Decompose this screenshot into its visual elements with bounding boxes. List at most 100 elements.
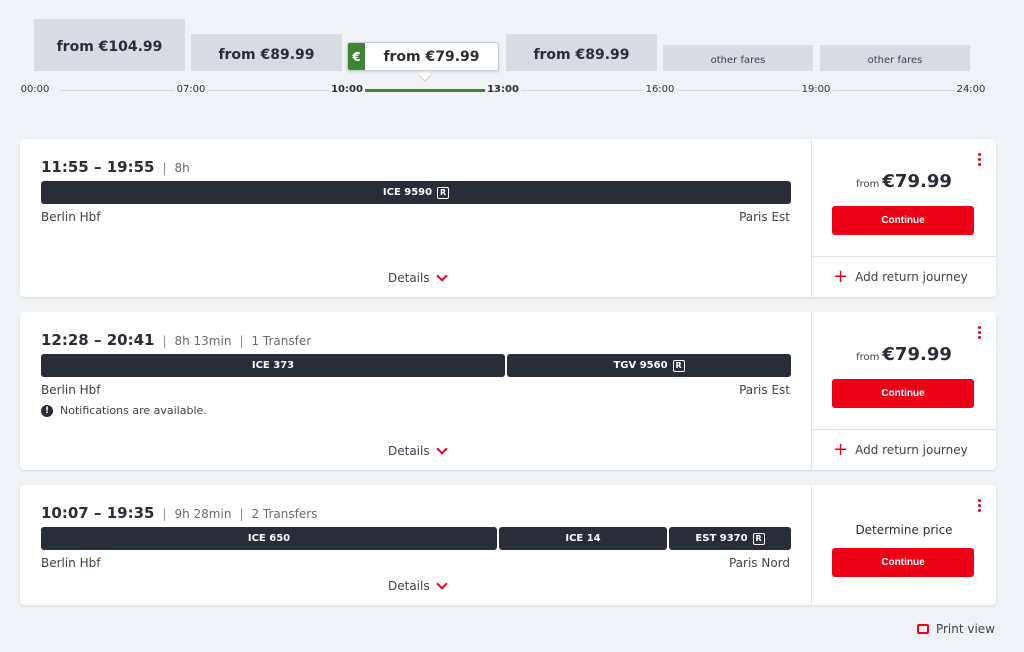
selected-fare-bar[interactable]: € from €79.99 bbox=[347, 42, 499, 71]
duration: 8h 13min bbox=[174, 334, 232, 348]
details-label: Details bbox=[388, 444, 430, 458]
train-segment[interactable]: ICE 14 bbox=[499, 527, 667, 550]
add-return-journey-button[interactable]: + Add return journey bbox=[812, 429, 996, 470]
notification-notice: ! Notifications are available. bbox=[41, 404, 207, 417]
fare-bar-label: other fares bbox=[867, 54, 923, 66]
axis-tick: 13:00 bbox=[485, 84, 521, 95]
add-return-label: Add return journey bbox=[855, 270, 968, 284]
connection-summary: 10:07 – 19:35 | 9h 28min | 2 Transfers bbox=[41, 504, 317, 522]
plus-icon: + bbox=[833, 266, 849, 287]
price: from €79.99 bbox=[812, 171, 996, 192]
axis-tick: 24:00 bbox=[954, 84, 988, 95]
price: from €79.99 bbox=[812, 344, 996, 365]
continue-button[interactable]: Continue bbox=[832, 379, 974, 408]
price-prefix: from bbox=[856, 179, 880, 190]
train-segments: ICE 9590 R bbox=[41, 181, 791, 204]
fare-bar-label: from €104.99 bbox=[56, 39, 163, 55]
destination-station: Paris Est bbox=[739, 383, 790, 397]
plus-icon: + bbox=[833, 439, 849, 460]
departure-arrival-times: 10:07 – 19:35 bbox=[41, 504, 155, 522]
separator: | bbox=[239, 507, 244, 521]
price-value: €79.99 bbox=[882, 171, 952, 192]
details-toggle[interactable]: Details bbox=[388, 578, 448, 593]
print-view-link[interactable]: Print view bbox=[916, 622, 995, 636]
euro-icon: € bbox=[348, 43, 365, 70]
connection-info: 10:07 – 19:35 | 9h 28min | 2 Transfers I… bbox=[20, 485, 812, 605]
train-segments: ICE 373 TGV 9560 R bbox=[41, 354, 791, 377]
connection-card: 10:07 – 19:35 | 9h 28min | 2 Transfers I… bbox=[20, 485, 996, 605]
train-segment[interactable]: ICE 373 bbox=[41, 354, 505, 377]
origin-station: Berlin Hbf bbox=[41, 210, 101, 224]
separator: | bbox=[162, 507, 167, 521]
fare-bar-label: from €89.99 bbox=[533, 46, 630, 63]
more-options-icon[interactable] bbox=[978, 326, 982, 339]
price-panel: Determine price Continue bbox=[812, 485, 996, 605]
origin-station: Berlin Hbf bbox=[41, 383, 101, 397]
train-name: TGV 9560 bbox=[613, 360, 668, 371]
train-segment[interactable]: ICE 9590 R bbox=[41, 181, 791, 204]
fare-bar[interactable]: from €89.99 bbox=[191, 34, 342, 71]
train-segment[interactable]: ICE 650 bbox=[41, 527, 497, 550]
axis-tick: 10:00 bbox=[329, 84, 365, 95]
selected-time-range bbox=[364, 89, 486, 92]
price-panel: from €79.99 Continue + Add return journey bbox=[812, 139, 996, 297]
fare-bar[interactable]: from €104.99 bbox=[34, 19, 185, 71]
connection-card: 12:28 – 20:41 | 8h 13min | 1 Transfer IC… bbox=[20, 312, 996, 470]
more-options-icon[interactable] bbox=[978, 499, 982, 512]
connection-summary: 11:55 – 19:55 | 8h bbox=[41, 158, 190, 176]
fare-bar[interactable]: other fares bbox=[663, 45, 813, 71]
fare-overview-chart: from €104.99 from €89.99 from €89.99 oth… bbox=[0, 0, 1024, 120]
separator: | bbox=[162, 161, 167, 175]
transfers: 2 Transfers bbox=[251, 507, 318, 521]
chevron-down-icon bbox=[435, 443, 448, 455]
train-name: ICE 373 bbox=[251, 360, 295, 371]
add-return-label: Add return journey bbox=[855, 443, 968, 457]
details-toggle[interactable]: Details bbox=[388, 270, 448, 285]
train-segment[interactable]: TGV 9560 R bbox=[507, 354, 791, 377]
train-segment[interactable]: EST 9370 R bbox=[669, 527, 791, 550]
destination-station: Paris Nord bbox=[728, 556, 790, 570]
reservation-icon: R bbox=[672, 359, 685, 372]
axis-tick: 19:00 bbox=[799, 84, 833, 95]
destination-station: Paris Est bbox=[739, 210, 790, 224]
fare-bar-label: from €89.99 bbox=[218, 46, 315, 63]
details-toggle[interactable]: Details bbox=[388, 443, 448, 458]
connection-card: 11:55 – 19:55 | 8h ICE 9590 R Berlin Hbf… bbox=[20, 139, 996, 297]
fare-bar[interactable]: from €89.99 bbox=[506, 34, 657, 71]
reservation-icon: R bbox=[752, 532, 765, 545]
connection-info: 11:55 – 19:55 | 8h ICE 9590 R Berlin Hbf… bbox=[20, 139, 812, 297]
printer-icon bbox=[916, 624, 929, 634]
fare-bar[interactable]: other fares bbox=[820, 45, 970, 71]
price-prefix: from bbox=[856, 352, 880, 363]
selected-fare-label: from €79.99 bbox=[383, 48, 480, 65]
price-value: €79.99 bbox=[882, 344, 952, 365]
axis-tick: 16:00 bbox=[643, 84, 677, 95]
departure-arrival-times: 11:55 – 19:55 bbox=[41, 158, 155, 176]
add-return-journey-button[interactable]: + Add return journey bbox=[812, 256, 996, 297]
reservation-icon: R bbox=[437, 186, 450, 199]
alert-icon: ! bbox=[41, 404, 53, 417]
train-name: ICE 650 bbox=[247, 533, 291, 544]
more-options-icon[interactable] bbox=[978, 153, 982, 166]
continue-button[interactable]: Continue bbox=[832, 206, 974, 235]
train-name: ICE 9590 bbox=[382, 187, 433, 198]
connection-info: 12:28 – 20:41 | 8h 13min | 1 Transfer IC… bbox=[20, 312, 812, 470]
duration: 8h bbox=[174, 161, 190, 175]
departure-arrival-times: 12:28 – 20:41 bbox=[41, 331, 155, 349]
chevron-down-icon bbox=[435, 578, 448, 590]
details-label: Details bbox=[388, 271, 430, 285]
transfers: 1 Transfer bbox=[251, 334, 312, 348]
determine-price-label: Determine price bbox=[855, 523, 953, 537]
notification-text: Notifications are available. bbox=[60, 404, 207, 417]
axis-tick: 07:00 bbox=[174, 84, 208, 95]
connection-summary: 12:28 – 20:41 | 8h 13min | 1 Transfer bbox=[41, 331, 311, 349]
fare-bar-label: other fares bbox=[710, 54, 766, 66]
train-name: ICE 14 bbox=[565, 533, 601, 544]
details-label: Details bbox=[388, 579, 430, 593]
axis-tick: 00:00 bbox=[18, 84, 52, 95]
separator: | bbox=[239, 334, 244, 348]
train-name: EST 9370 bbox=[695, 533, 748, 544]
separator: | bbox=[162, 334, 167, 348]
continue-button[interactable]: Continue bbox=[832, 548, 974, 577]
origin-station: Berlin Hbf bbox=[41, 556, 101, 570]
